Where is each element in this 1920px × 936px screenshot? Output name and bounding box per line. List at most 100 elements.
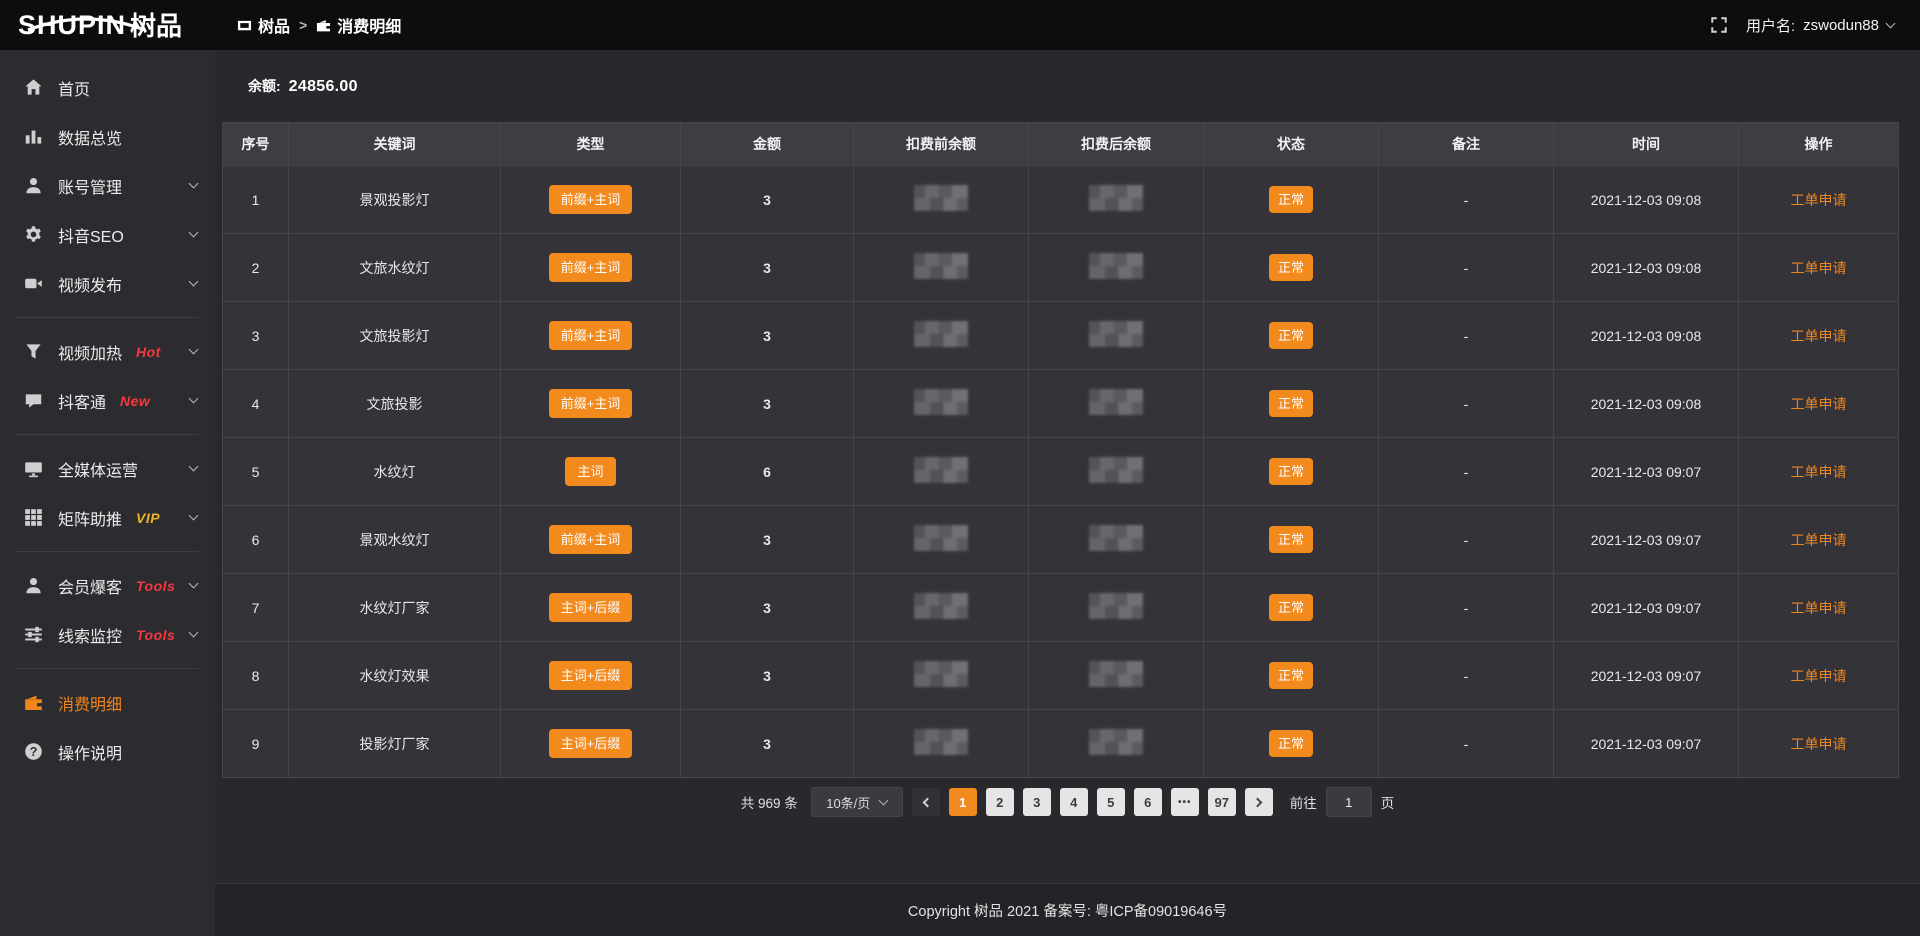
sliders-icon	[24, 625, 43, 644]
cell-balance-after	[1029, 234, 1204, 302]
cell-balance-before	[854, 370, 1029, 438]
sidebar-item-label: 首页	[58, 76, 90, 100]
user-menu[interactable]: 用户名: zswodun88	[1746, 15, 1894, 36]
cell-action: 工单申请	[1739, 642, 1899, 710]
goto-page-input[interactable]	[1326, 787, 1372, 817]
footer: Copyright 树品 2021 备案号: 粤ICP备09019646号	[215, 883, 1920, 936]
sidebar-item-monitor-7[interactable]: 全媒体运营	[0, 444, 215, 493]
cell-balance-before	[854, 506, 1029, 574]
ticket-request-link[interactable]: 工单申请	[1791, 532, 1847, 548]
cell-index: 4	[223, 370, 289, 438]
sidebar-item-label: 会员爆客	[58, 574, 122, 598]
column-header: 序号	[223, 123, 289, 166]
cell-type: 前缀+主词	[501, 506, 681, 574]
ticket-request-link[interactable]: 工单申请	[1791, 328, 1847, 344]
sidebar-item-grid-8[interactable]: 矩阵助推VIP	[0, 493, 215, 542]
page-button-5[interactable]: 5	[1097, 788, 1125, 816]
ticket-request-link[interactable]: 工单申请	[1791, 464, 1847, 480]
chevron-down-icon	[189, 179, 199, 189]
cell-status: 正常	[1204, 574, 1379, 642]
table-row: 2文旅水纹灯前缀+主词3正常-2021-12-03 09:08工单申请	[223, 234, 1899, 302]
page-button-1[interactable]: 1	[949, 788, 977, 816]
sidebar-item-camera-4[interactable]: 视频发布	[0, 259, 215, 308]
sidebar-divider	[16, 668, 199, 669]
ticket-request-link[interactable]: 工单申请	[1791, 260, 1847, 276]
status-badge: 正常	[1269, 322, 1313, 349]
sidebar-item-label: 抖客通	[58, 389, 106, 413]
chevron-down-icon	[879, 795, 889, 805]
table-row: 9投影灯厂家主词+后缀3正常-2021-12-03 09:07工单申请	[223, 710, 1899, 778]
cell-balance-after	[1029, 710, 1204, 778]
cell-status: 正常	[1204, 166, 1379, 234]
page-button-3[interactable]: 3	[1023, 788, 1051, 816]
sidebar: 首页数据总览账号管理抖音SEO 视频发布视频加热Hot抖客通New 全媒体运营矩阵助…	[0, 50, 215, 936]
sidebar-item-label: 视频加热	[58, 340, 122, 364]
sidebar-item-sliders-10[interactable]: 线索监控Tools	[0, 610, 215, 659]
ticket-request-link[interactable]: 工单申请	[1791, 668, 1847, 684]
status-badge: 正常	[1269, 526, 1313, 553]
sidebar-item-label: 抖音SEO	[58, 223, 124, 247]
cell-time: 2021-12-03 09:07	[1554, 506, 1739, 574]
status-badge: 正常	[1269, 254, 1313, 281]
sidebar-item-question-12[interactable]: ?操作说明	[0, 727, 215, 776]
cell-remark: -	[1379, 642, 1554, 710]
ticket-request-link[interactable]: 工单申请	[1791, 736, 1847, 752]
cell-amount: 3	[681, 302, 854, 370]
goto-page: 前往 页	[1290, 787, 1395, 817]
cell-amount: 3	[681, 166, 854, 234]
cell-status: 正常	[1204, 370, 1379, 438]
cell-type: 主词+后缀	[501, 710, 681, 778]
breadcrumb-separator: >	[299, 17, 307, 33]
sidebar-item-chart-1[interactable]: 数据总览	[0, 112, 215, 161]
ticket-request-link[interactable]: 工单申请	[1791, 396, 1847, 412]
cell-balance-before	[854, 234, 1029, 302]
cell-type: 前缀+主词	[501, 370, 681, 438]
sidebar-item-heat-5[interactable]: 视频加热Hot	[0, 327, 215, 376]
cell-amount: 3	[681, 574, 854, 642]
sidebar-divider	[16, 317, 199, 318]
camera-icon	[24, 274, 43, 293]
page-ellipsis[interactable]: •••	[1171, 788, 1199, 816]
sidebar-item-wallet-11[interactable]: 消费明细	[0, 678, 215, 727]
page-button-4[interactable]: 4	[1060, 788, 1088, 816]
sidebar-item-gear-3[interactable]: 抖音SEO	[0, 210, 215, 259]
page-button-97[interactable]: 97	[1208, 788, 1236, 816]
prev-page-button[interactable]	[912, 788, 940, 816]
next-page-button[interactable]	[1245, 788, 1273, 816]
cell-balance-before	[854, 302, 1029, 370]
cell-status: 正常	[1204, 506, 1379, 574]
breadcrumb-root[interactable]: 树品	[237, 13, 290, 37]
balance: 余额: 24856.00	[248, 76, 1920, 96]
cell-balance-before	[854, 642, 1029, 710]
sidebar-item-label: 视频发布	[58, 272, 122, 296]
sidebar-item-user-2[interactable]: 账号管理	[0, 161, 215, 210]
ticket-request-link[interactable]: 工单申请	[1791, 600, 1847, 616]
breadcrumb-current[interactable]: 消费明细	[316, 13, 401, 37]
redacted-balance	[1089, 185, 1143, 211]
chevron-down-icon	[189, 511, 199, 521]
status-badge: 正常	[1269, 594, 1313, 621]
cell-time: 2021-12-03 09:08	[1554, 370, 1739, 438]
sidebar-item-home-0[interactable]: 首页	[0, 63, 215, 112]
ticket-request-link[interactable]: 工单申请	[1791, 192, 1847, 208]
redacted-balance	[1089, 457, 1143, 483]
sidebar-item-user-9[interactable]: 会员爆客Tools	[0, 561, 215, 610]
user-icon	[24, 176, 43, 195]
fullscreen-icon[interactable]	[1710, 16, 1728, 34]
type-badge: 前缀+主词	[549, 185, 633, 214]
sidebar-item-chat-6[interactable]: 抖客通New	[0, 376, 215, 425]
cell-balance-before	[854, 166, 1029, 234]
page-button-6[interactable]: 6	[1134, 788, 1162, 816]
cell-type: 前缀+主词	[501, 234, 681, 302]
user-icon	[24, 576, 43, 595]
page-size-select[interactable]: 10条/页	[811, 787, 903, 817]
table-row: 6景观水纹灯前缀+主词3正常-2021-12-03 09:07工单申请	[223, 506, 1899, 574]
status-badge: 正常	[1269, 390, 1313, 417]
balance-label: 余额:	[248, 76, 281, 96]
type-badge: 主词+后缀	[549, 661, 633, 690]
page-button-2[interactable]: 2	[986, 788, 1014, 816]
sidebar-item-label: 数据总览	[58, 125, 122, 149]
cell-time: 2021-12-03 09:08	[1554, 234, 1739, 302]
sidebar-item-badge: VIP	[136, 510, 160, 526]
chart-icon	[24, 127, 43, 146]
